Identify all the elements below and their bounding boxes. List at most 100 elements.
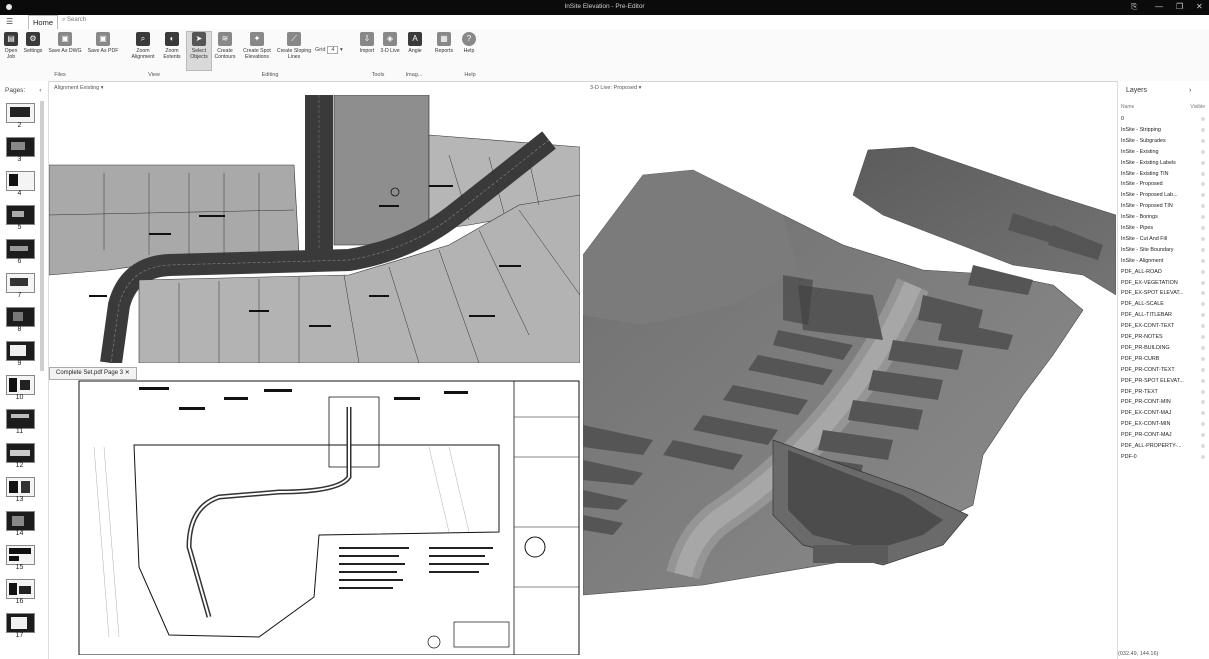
visibility-toggle-icon[interactable] [1201,182,1205,187]
page-thumbnail[interactable] [6,239,35,259]
3d-live-button[interactable]: ◈ 3-D Live [380,32,400,54]
grid-value[interactable]: 4 [327,46,339,54]
zoom-alignment-button[interactable]: ⌕ Zoom Alignment [128,32,158,60]
layer-row[interactable]: PDF_PR-SPOT ELEVAT... [1121,376,1207,386]
layers-collapse-icon[interactable]: › [1189,87,1191,94]
create-spot-elevations-button[interactable]: ✦ Create Spot Elevations [240,32,274,60]
layer-row[interactable]: PDF_EX-SPOT ELEVAT... [1121,288,1207,298]
layer-row[interactable]: InSite - Proposed Lab... [1121,190,1207,200]
select-objects-button[interactable]: ➤ Select Objects [186,31,212,71]
map-view[interactable] [49,95,580,363]
layer-row[interactable]: PDF-0 [1121,452,1207,462]
settings-button[interactable]: ⚙ Settings [22,32,44,54]
visibility-toggle-icon[interactable] [1201,226,1205,230]
visibility-toggle-icon[interactable] [1201,378,1205,383]
visibility-toggle-icon[interactable] [1201,444,1205,448]
close-button[interactable]: ✕ [1196,2,1203,11]
page-thumbnail[interactable] [6,579,35,599]
tab-sheet-document[interactable]: Complete Set.pdf Page 3 ✕ [49,367,137,380]
page-thumbnail[interactable] [6,613,35,633]
create-contours-button[interactable]: ≋ Create Contours [212,32,238,60]
layer-row[interactable]: InSite - Stripping [1121,125,1207,135]
layer-row[interactable]: PDF_EX-VEGETATION [1121,278,1207,288]
layer-row[interactable]: 0 [1121,114,1207,124]
page-thumbnail[interactable] [6,307,35,327]
visibility-toggle-icon[interactable] [1201,302,1205,307]
layer-row[interactable]: PDF_PR-BUILDING [1121,343,1207,353]
page-thumbnail[interactable] [6,375,35,395]
zoom-extents-button[interactable]: ◐ Zoom Extents [160,32,184,60]
visibility-toggle-icon[interactable] [1201,313,1205,318]
page-thumbnail[interactable] [6,545,35,565]
maximize-button[interactable]: ❐ [1176,2,1183,11]
layer-row[interactable]: PDF_ALL-SCALE [1121,299,1207,309]
visibility-toggle-icon[interactable] [1201,171,1205,176]
visibility-toggle-icon[interactable] [1201,400,1205,405]
help-button[interactable]: ? Help [459,32,479,54]
visibility-toggle-icon[interactable] [1201,258,1205,263]
3d-live-view[interactable] [583,95,1116,655]
page-thumbnail[interactable] [6,511,35,531]
visibility-toggle-icon[interactable] [1201,269,1205,274]
open-job-button[interactable]: ▤ Open Job [1,32,21,60]
page-thumbnail[interactable] [6,477,35,497]
visibility-toggle-icon[interactable] [1201,215,1205,220]
page-thumbnail[interactable] [6,103,35,123]
pages-scrollbar[interactable] [40,101,44,371]
visibility-toggle-icon[interactable] [1201,138,1205,143]
visibility-toggle-icon[interactable] [1201,335,1205,339]
visibility-toggle-icon[interactable] [1201,345,1205,350]
layer-row[interactable]: InSite - Proposed TIN [1121,201,1207,211]
visibility-toggle-icon[interactable] [1201,117,1205,121]
file-menu-icon[interactable]: ☰ [6,17,13,26]
page-thumbnail[interactable] [6,443,35,463]
layer-row[interactable]: InSite - Subgrades [1121,136,1207,146]
page-thumbnail[interactable] [6,409,35,429]
layer-row[interactable]: PDF_EX-CONT-MAJ [1121,408,1207,418]
visibility-toggle-icon[interactable] [1201,433,1205,438]
visibility-toggle-icon[interactable] [1201,280,1205,285]
page-thumbnail[interactable] [6,205,35,225]
page-thumbnail[interactable] [6,341,35,361]
layer-row[interactable]: InSite - Existing TIN [1121,169,1207,179]
visibility-toggle-icon[interactable] [1201,389,1205,394]
visibility-toggle-icon[interactable] [1201,160,1205,165]
layer-row[interactable]: InSite - Pipes [1121,223,1207,233]
pdf-sheet-view[interactable] [49,367,580,655]
visibility-toggle-icon[interactable] [1201,291,1205,296]
visibility-toggle-icon[interactable] [1201,127,1205,132]
visibility-toggle-icon[interactable] [1201,247,1205,252]
visibility-toggle-icon[interactable] [1201,422,1205,427]
3d-pane-header[interactable]: 3-D Live: Proposed ▾ [590,85,641,91]
visibility-toggle-icon[interactable] [1201,367,1205,372]
grid-control[interactable]: Grid 4 ▾ [315,46,343,54]
close-tab-icon[interactable]: ✕ [125,370,130,376]
reports-button[interactable]: ▦ Reports [431,32,457,54]
layer-row[interactable]: PDF_PR-CONT-MAJ [1121,430,1207,440]
search-input[interactable]: ⌕ Search [62,17,86,24]
save-as-dwg-button[interactable]: ▣ Save As DWG [46,32,84,54]
visibility-toggle-icon[interactable] [1201,149,1205,154]
visibility-toggle-icon[interactable] [1201,236,1205,241]
page-thumbnail[interactable] [6,171,35,191]
layer-row[interactable]: PDF_PR-CURB [1121,354,1207,364]
visibility-toggle-icon[interactable] [1201,356,1205,361]
layer-row[interactable]: InSite - Cut And Fill [1121,234,1207,244]
pages-collapse-icon[interactable]: ‹ [39,87,41,94]
layer-row[interactable]: InSite - Borings [1121,212,1207,222]
visibility-toggle-icon[interactable] [1201,204,1205,209]
layer-row[interactable]: PDF_ALL-PROPERTY-... [1121,441,1207,451]
visibility-toggle-icon[interactable] [1201,193,1205,198]
layer-row[interactable]: PDF_PR-NOTES [1121,332,1207,342]
visibility-toggle-icon[interactable] [1201,454,1205,459]
import-button[interactable]: ⇩ Import [356,32,378,54]
layer-row[interactable]: InSite - Site Boundary [1121,245,1207,255]
visibility-toggle-icon[interactable] [1201,411,1205,416]
save-as-pdf-button[interactable]: ▣ Save As PDF [86,32,120,54]
visibility-toggle-icon[interactable] [1201,324,1205,329]
layer-row[interactable]: InSite - Alignment [1121,256,1207,266]
layer-row[interactable]: InSite - Proposed [1121,179,1207,189]
layer-row[interactable]: PDF_PR-CONT-TEXT [1121,365,1207,375]
layer-row[interactable]: PDF_EX-CONT-MIN [1121,419,1207,429]
map-pane-header[interactable]: Alignment Existing ▾ [54,85,104,91]
